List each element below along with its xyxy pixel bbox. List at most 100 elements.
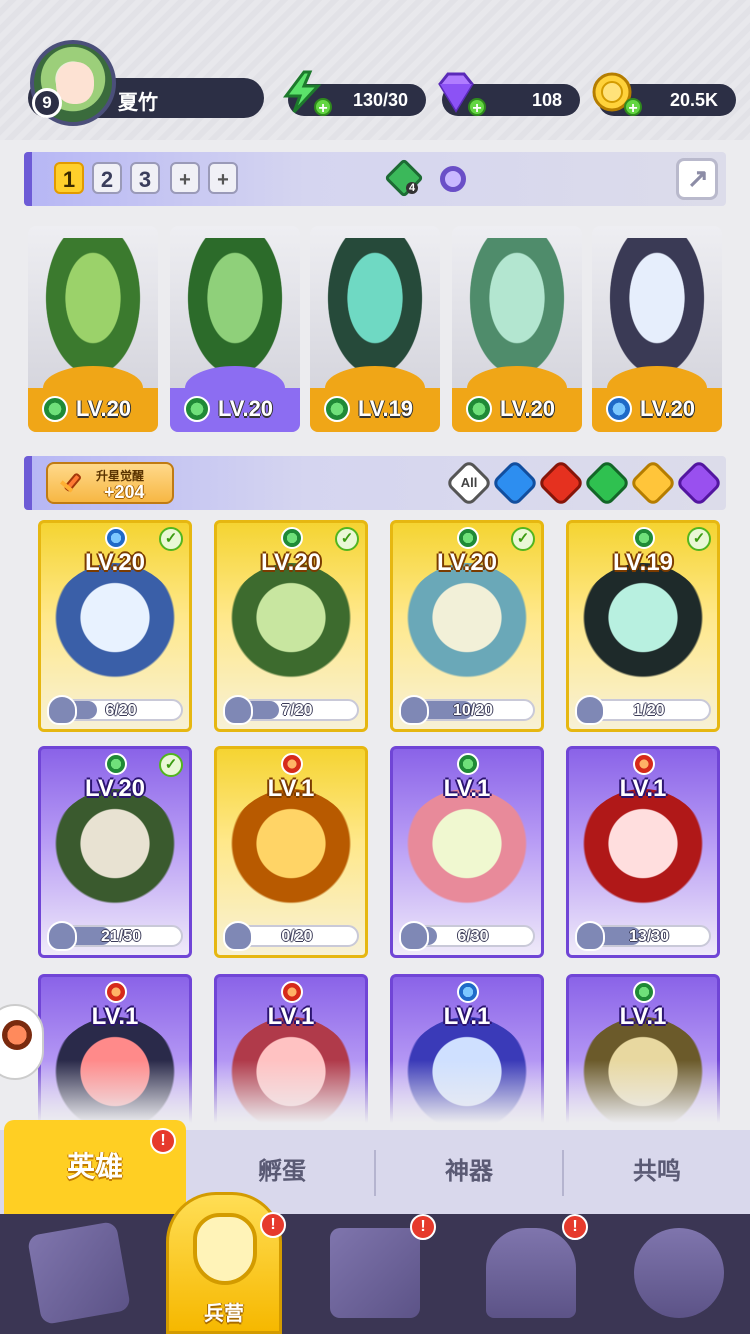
shard-icon — [399, 695, 429, 725]
add-gems-icon[interactable]: + — [468, 98, 486, 117]
team-member-card[interactable]: LV.20 — [452, 226, 582, 432]
hero-card[interactable]: LV.19 ✓ 1/20 — [566, 520, 720, 732]
wind-element-icon — [281, 527, 303, 549]
temple-alert-badge: ! — [562, 1214, 588, 1240]
hero-level: LV.1 — [443, 775, 491, 802]
search-icon[interactable] — [440, 166, 466, 192]
hero-portrait — [225, 563, 357, 693]
gold-resource[interactable]: + 20.5K — [592, 72, 736, 117]
energy-resource[interactable]: + 130/30 — [283, 70, 426, 117]
team-member-card[interactable]: LV.19 — [310, 226, 440, 432]
team-member-card[interactable]: LV.20 — [592, 226, 722, 432]
filter-light-button[interactable] — [628, 458, 678, 508]
shard-count: 21/50 — [100, 928, 142, 945]
hero-card[interactable]: LV.20 ✓ 10/20 — [390, 520, 544, 732]
wind-element-icon — [633, 527, 655, 549]
shard-progress-bar: 10/20 — [411, 699, 535, 721]
shard-count: 1/20 — [633, 702, 665, 719]
team-element-count: 4 — [406, 182, 419, 194]
add-team-slot-button[interactable]: + — [170, 162, 200, 194]
add-team-slot-button[interactable]: + — [208, 162, 238, 194]
hero-card[interactable]: LV.1 6/30 — [390, 746, 544, 958]
wind-element-icon — [42, 396, 68, 422]
shard-progress-bar: 7/20 — [235, 699, 359, 721]
shard-count: 6/20 — [105, 702, 137, 719]
player-level-badge: 9 — [32, 88, 62, 118]
team-tab-2[interactable]: 2 — [92, 162, 122, 194]
water-element-icon — [457, 981, 479, 1003]
team-element-gem-icon[interactable] — [384, 158, 424, 198]
filter-all-label: All — [460, 475, 478, 490]
fire-element-icon — [281, 981, 303, 1003]
hero-card[interactable]: LV.20 ✓ 7/20 — [214, 520, 368, 732]
hero-portrait — [401, 563, 533, 693]
hero-level: LV.1 — [267, 775, 315, 802]
hero-level: LV.20 — [436, 549, 498, 576]
gem-resource[interactable]: + 108 — [438, 72, 580, 117]
shard-progress-bar: 6/30 — [411, 925, 535, 947]
hero-level: LV.20 — [500, 396, 556, 421]
team-tab-1[interactable]: 1 — [54, 162, 84, 194]
hero-level: LV.1 — [619, 775, 667, 802]
filter-wind-button[interactable] — [582, 458, 632, 508]
hero-card[interactable]: LV.20 ✓ 21/50 — [38, 746, 192, 958]
shard-icon — [575, 921, 605, 951]
barracks-shield-icon — [193, 1213, 257, 1285]
floating-helper-avatar[interactable] — [0, 1004, 44, 1080]
hero-card[interactable]: LV.1 13/30 — [566, 746, 720, 958]
shard-icon — [47, 921, 77, 951]
wind-element-icon — [184, 396, 210, 422]
shard-count: 6/30 — [457, 928, 489, 945]
filter-dark-button[interactable] — [674, 458, 724, 508]
cards-nav-icon[interactable] — [26, 1220, 132, 1326]
hero-level: LV.1 — [267, 1003, 315, 1030]
awaken-value: +204 — [104, 482, 145, 502]
shard-progress-bar: 6/20 — [59, 699, 183, 721]
shard-icon — [399, 921, 429, 951]
wind-element-icon — [457, 527, 479, 549]
hero-card[interactable]: LV.20 ✓ 6/20 — [38, 520, 192, 732]
hero-portrait — [49, 789, 181, 919]
hero-card[interactable]: LV.1 0/20 — [214, 746, 368, 958]
hero-level: LV.19 — [358, 396, 414, 421]
star-awaken-button[interactable]: 升星觉醒 +204 — [46, 462, 174, 504]
team-selector-bar: 1 2 3 + + 4 — [24, 152, 726, 206]
barracks-alert-badge: ! — [260, 1212, 286, 1238]
hero-portrait — [225, 789, 357, 919]
barracks-label: 兵营 — [204, 1303, 244, 1325]
map-nav-icon[interactable] — [330, 1228, 420, 1318]
filter-water-button[interactable] — [490, 458, 540, 508]
shard-icon — [575, 695, 605, 725]
fire-element-icon — [633, 753, 655, 775]
hero-level: LV.20 — [218, 396, 274, 421]
team-tab-3[interactable]: 3 — [130, 162, 160, 194]
shard-progress-bar: 1/20 — [587, 699, 711, 721]
add-energy-icon[interactable]: + — [314, 98, 332, 117]
shard-count: 0/20 — [281, 928, 313, 945]
gem-value: 108 — [531, 90, 562, 110]
tab-artifacts[interactable]: 神器 — [376, 1130, 562, 1214]
bottom-navigation: ! ! — [0, 1214, 750, 1334]
temple-nav-icon[interactable] — [486, 1228, 576, 1318]
mushroom-nav-icon[interactable] — [634, 1228, 724, 1318]
share-icon[interactable] — [676, 158, 718, 200]
tab-resonance[interactable]: 共鸣 — [564, 1130, 750, 1214]
wind-element-icon — [633, 981, 655, 1003]
team-member-card[interactable]: LV.20 — [170, 226, 300, 432]
shard-progress-bar: 0/20 — [235, 925, 359, 947]
hero-level: LV.20 — [640, 396, 696, 421]
map-alert-badge: ! — [410, 1214, 436, 1240]
shard-progress-bar: 21/50 — [59, 925, 183, 947]
filter-all-button[interactable]: All — [444, 458, 494, 508]
filter-fire-button[interactable] — [536, 458, 586, 508]
hero-filter-bar: 升星觉醒 +204 All — [24, 456, 726, 510]
barracks-nav-button[interactable]: 兵营 — [166, 1192, 282, 1334]
hero-level: LV.20 — [260, 549, 322, 576]
shard-icon — [223, 921, 253, 951]
energy-value: 130/30 — [352, 90, 408, 110]
add-gold-icon[interactable]: + — [624, 98, 642, 117]
shard-icon — [47, 695, 77, 725]
team-member-card[interactable]: LV.20 — [28, 226, 158, 432]
in-team-check-icon: ✓ — [335, 527, 359, 551]
wind-element-icon — [105, 753, 127, 775]
